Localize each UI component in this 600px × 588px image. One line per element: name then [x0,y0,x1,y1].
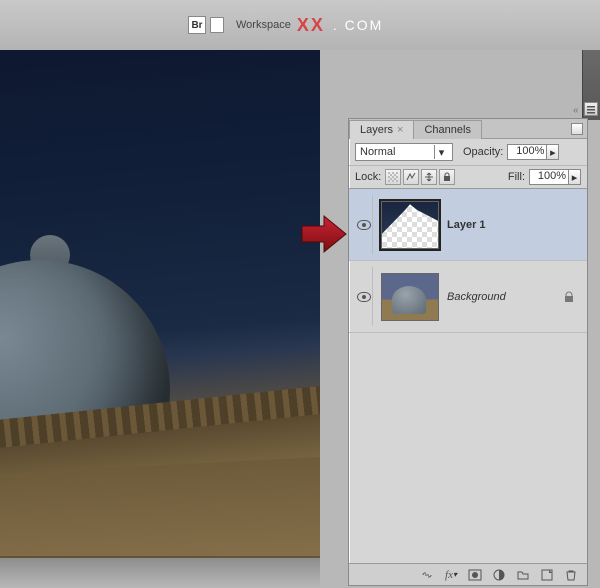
lock-indicator-icon [563,291,575,303]
bridge-button[interactable]: Br [188,16,206,34]
layer-name[interactable]: Background [447,291,506,303]
layer-row[interactable]: Layer 1 [349,189,587,261]
fill-field[interactable]: 100% [529,169,569,185]
visibility-toggle-icon[interactable] [357,292,371,302]
new-group-button[interactable] [515,567,531,583]
canvas-image [0,50,320,558]
blend-mode-select[interactable]: Normal ▾ [355,143,453,161]
layer-thumbnail[interactable] [381,201,439,249]
document-icon[interactable] [210,17,224,33]
lock-position-button[interactable] [421,169,437,185]
blend-mode-row: Normal ▾ Opacity: 100% ▸ [349,139,587,166]
lock-transparency-button[interactable] [385,169,401,185]
tab-channels[interactable]: Channels [413,120,481,139]
lock-row: Lock: Fill: 100% ▸ [349,166,587,189]
callout-arrow-icon [300,214,348,254]
layer-thumbnail[interactable] [381,273,439,321]
add-mask-button[interactable] [467,567,483,583]
adjustment-layer-button[interactable] [491,567,507,583]
workspace-label: Workspace [236,19,291,31]
lock-label: Lock: [355,171,381,183]
opacity-flyout-icon[interactable]: ▸ [547,144,559,160]
panel-tabs: Layers × Channels [349,119,587,139]
blend-mode-value: Normal [360,146,395,158]
watermark-x: XX [297,15,325,36]
panel-collapse-icon[interactable]: « [573,105,583,115]
layer-name[interactable]: Layer 1 [447,219,486,231]
opacity-label: Opacity: [463,146,503,158]
image-wall [0,455,320,558]
panel-dock-icon[interactable] [584,102,598,116]
lock-pixels-button[interactable] [403,169,419,185]
delete-layer-button[interactable] [563,567,579,583]
watermark-com: . COM [333,17,383,33]
tab-channels-label: Channels [424,124,470,136]
fill-flyout-icon[interactable]: ▸ [569,169,581,185]
layer-row[interactable]: Background [349,261,587,333]
layers-list: Layer 1 Background [349,189,587,529]
panel-menu-icon[interactable] [571,123,583,135]
tab-layers[interactable]: Layers × [349,120,414,139]
canvas-shadow [0,556,320,588]
layers-panel: « Layers× Channels Normal ▾ Opacity: 100… [348,118,588,586]
layers-panel-footer: fx▾ [349,563,587,585]
document-canvas[interactable] [0,50,320,558]
new-layer-button[interactable] [539,567,555,583]
tab-close-icon[interactable]: × [397,124,403,136]
opacity-field[interactable]: 100% [507,144,547,160]
tab-layers-label: Layers [360,124,393,136]
app-top-bar: Br Workspace XX . COM [0,0,600,50]
layer-fx-button[interactable]: fx▾ [443,567,459,583]
lock-all-button[interactable] [439,169,455,185]
fill-label: Fill: [508,171,525,183]
visibility-toggle-icon[interactable] [357,220,371,230]
link-layers-button[interactable] [419,567,435,583]
chevron-down-icon: ▾ [434,145,448,159]
